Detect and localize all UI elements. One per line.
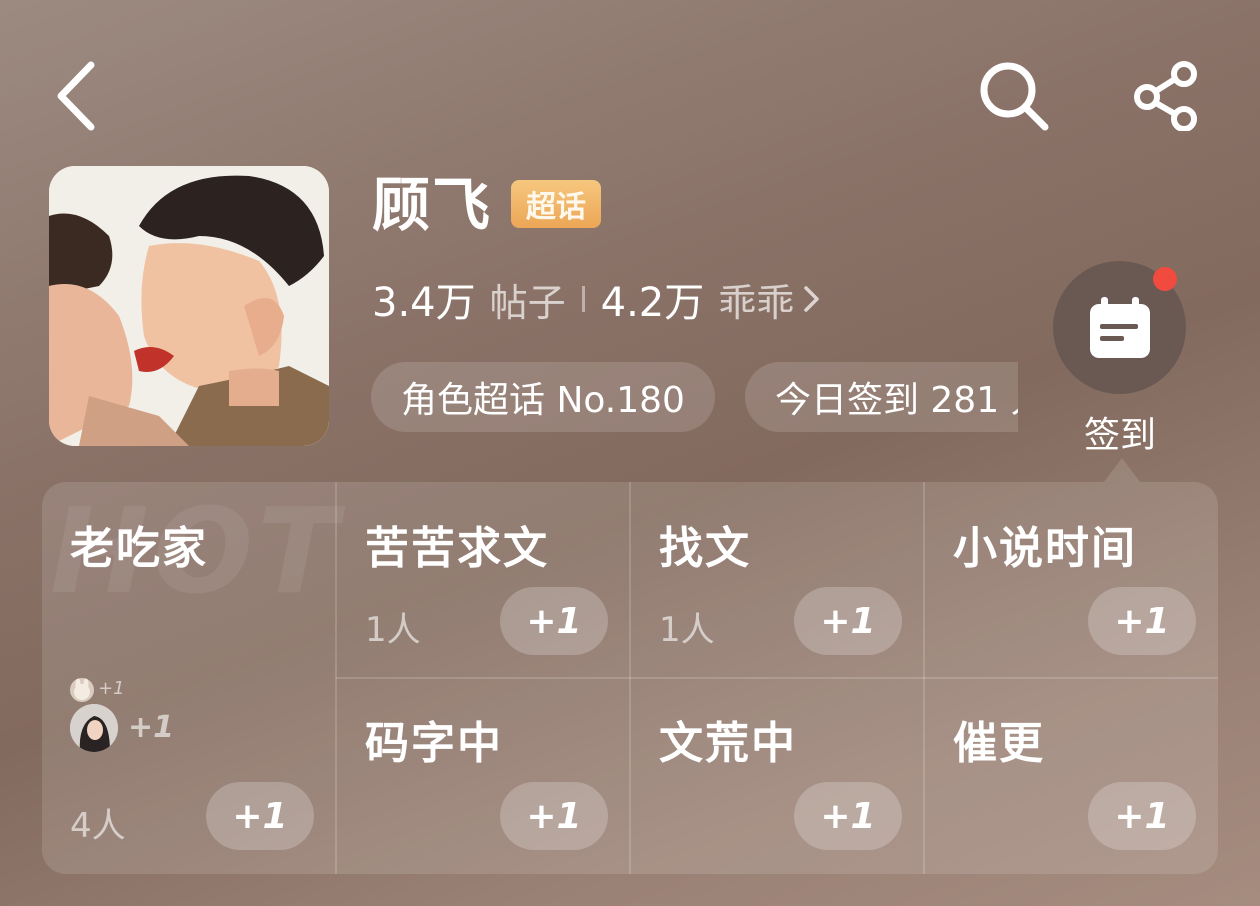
signin-label[interactable]: 签到 [1060, 406, 1180, 458]
user-avatar[interactable] [70, 704, 118, 752]
category-name: 文荒中 [659, 718, 797, 769]
category-cell-mazizhong[interactable]: 码字中 +1 [337, 679, 629, 874]
back-button[interactable] [40, 56, 110, 136]
plus-one-button[interactable]: +1 [1088, 782, 1196, 850]
plus-one-button[interactable]: +1 [206, 782, 314, 850]
topic-category-grid: HOT 老吃家 +1 +1 4人 +1 苦苦求文 1人 +1 找文 1人 +1 … [42, 482, 1218, 874]
category-count: 4人 [70, 806, 126, 846]
category-name: 码字中 [365, 718, 503, 769]
share-button[interactable] [1128, 58, 1206, 134]
topic-tag-row: 角色超话 No.180 今日签到 281 人 [371, 362, 1018, 432]
category-cell-wenhuangzhong[interactable]: 文荒中 +1 [631, 679, 923, 874]
category-count: 1人 [365, 610, 421, 650]
super-topic-badge: 超话 [511, 180, 601, 228]
share-icon [1134, 61, 1197, 131]
category-name: 小说时间 [953, 523, 1137, 574]
chevron-right-icon[interactable] [802, 284, 822, 314]
plus-one-button[interactable]: +1 [794, 782, 902, 850]
panel-pointer [1104, 458, 1140, 482]
category-name: 苦苦求文 [365, 523, 549, 574]
topic-title: 顾飞 [372, 171, 493, 239]
posts-label: 帖子 [489, 280, 566, 325]
category-name: 找文 [659, 523, 751, 574]
rank-tag[interactable]: 角色超话 No.180 [371, 362, 715, 432]
mini-avatar [70, 678, 94, 702]
notification-dot [1153, 267, 1177, 291]
category-cell-kukuqiuwen[interactable]: 苦苦求文 1人 +1 [337, 482, 629, 677]
plus-one-button[interactable]: +1 [794, 587, 902, 655]
stats-divider [581, 286, 585, 312]
posts-count: 3.4万 [372, 280, 476, 326]
search-button[interactable] [974, 58, 1054, 134]
plus-one-button[interactable]: +1 [500, 782, 608, 850]
calendar-icon [1089, 296, 1150, 358]
category-cell-laochijia[interactable]: 老吃家 +1 +1 4人 +1 [42, 482, 335, 874]
category-name: 老吃家 [70, 523, 208, 574]
topic-stats: 3.4万 帖子 4.2万 乖乖 [372, 272, 822, 326]
topic-cover-image[interactable] [49, 166, 329, 446]
category-count: 1人 [659, 610, 715, 650]
category-cell-zhaowen[interactable]: 找文 1人 +1 [631, 482, 923, 677]
avatar-plus-label: +1 [128, 710, 175, 745]
plus-one-button[interactable]: +1 [1088, 587, 1196, 655]
chevron-left-icon [57, 61, 95, 131]
fans-label[interactable]: 乖乖 [718, 272, 794, 327]
category-name: 催更 [953, 718, 1045, 769]
mini-plus-label: +1 [98, 678, 125, 699]
fans-count[interactable]: 4.2万 [601, 270, 705, 328]
category-cell-xiaoshuoshijian[interactable]: 小说时间 +1 [925, 482, 1218, 677]
search-icon [980, 62, 1049, 131]
category-cell-cuigeng[interactable]: 催更 +1 [925, 679, 1218, 874]
checkin-count-tag[interactable]: 今日签到 281 人 [744, 362, 1018, 432]
plus-one-button[interactable]: +1 [500, 587, 608, 655]
cover-illustration [49, 166, 329, 446]
